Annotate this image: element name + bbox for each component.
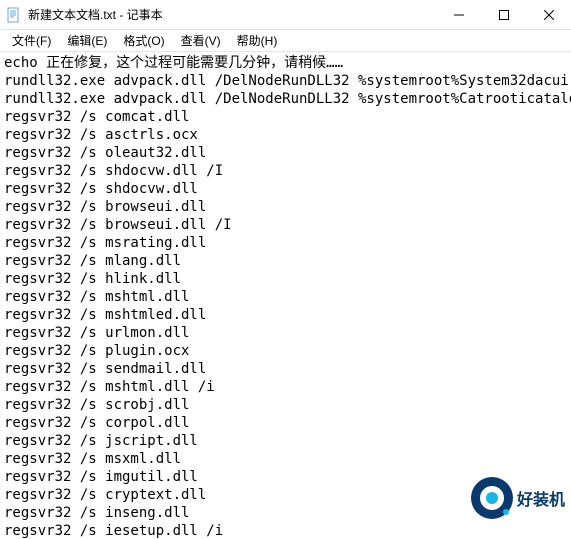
notepad-icon [6,7,22,23]
text-editor[interactable]: echo 正在修复，这个过程可能需要几分钟，请稍候…… rundll32.exe… [0,52,571,539]
close-button[interactable] [526,0,571,30]
maximize-button[interactable] [481,0,526,30]
menu-help[interactable]: 帮助(H) [229,30,286,51]
minimize-button[interactable] [436,0,481,30]
menu-view[interactable]: 查看(V) [173,30,229,51]
window-title: 新建文本文档.txt - 记事本 [28,6,436,23]
menu-file[interactable]: 文件(F) [4,30,59,51]
menu-format[interactable]: 格式(O) [115,30,172,51]
window-controls [436,0,571,30]
menubar: 文件(F) 编辑(E) 格式(O) 查看(V) 帮助(H) [0,30,571,52]
titlebar: 新建文本文档.txt - 记事本 [0,0,571,30]
menu-edit[interactable]: 编辑(E) [59,30,115,51]
